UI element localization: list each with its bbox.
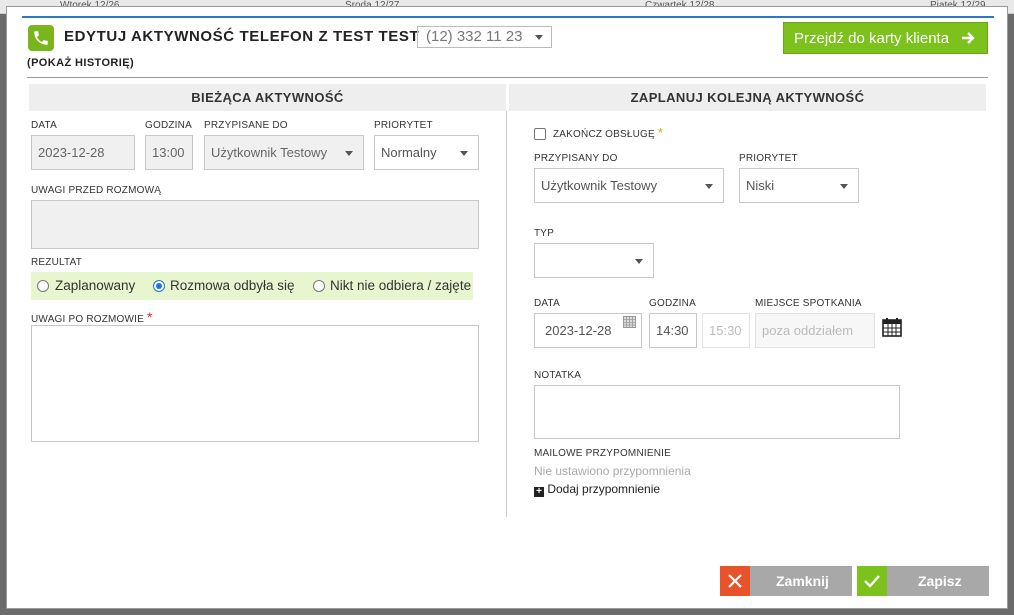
- result-radio-group: Zaplanowany Rozmowa odbyła się Nikt nie …: [31, 272, 473, 300]
- next-date-input[interactable]: 2023-12-28: [534, 313, 642, 348]
- result-no-answer-label[interactable]: Nikt nie odbiera / zajęte: [330, 278, 471, 293]
- reminder-label: MAILOWE PRZYPOMNIENIE: [534, 448, 671, 459]
- phone-number-value: (12) 332 11 23: [426, 28, 523, 45]
- required-mark: *: [147, 309, 153, 325]
- current-time-field: 13:00: [145, 135, 193, 170]
- next-time-to-input: 15:30: [702, 313, 750, 348]
- notes-before-label: UWAGI PRZED ROZMOWĄ: [31, 185, 162, 196]
- current-priority-value: Normalny: [381, 145, 437, 160]
- chevron-down-icon: [705, 184, 713, 189]
- current-date-label: DATA: [31, 120, 57, 131]
- chevron-down-icon: [635, 259, 643, 264]
- reminder-status: Nie ustawiono przypomnienia: [534, 464, 691, 478]
- current-priority-select[interactable]: Normalny: [374, 135, 479, 170]
- next-assigned-value: Użytkownik Testowy: [541, 178, 658, 193]
- result-radio-planned[interactable]: [37, 280, 49, 292]
- next-date-value: 2023-12-28: [545, 323, 612, 338]
- next-time-from-input[interactable]: 14:30: [649, 313, 697, 348]
- result-radio-completed[interactable]: [153, 280, 165, 292]
- current-assigned-label: PRZYPISANE DO: [204, 120, 288, 131]
- chevron-down-icon: [460, 151, 468, 156]
- close-button[interactable]: Zamknij: [720, 566, 852, 596]
- save-button-label: Zapisz: [918, 573, 962, 589]
- modal-title: EDYTUJ AKTYWNOŚĆ TELEFON Z TEST TEST: [64, 28, 420, 45]
- calendar-icon[interactable]: [882, 317, 902, 337]
- save-button[interactable]: Zapisz: [857, 566, 989, 596]
- chevron-down-icon: [535, 35, 543, 40]
- show-history-link[interactable]: (POKAŻ HISTORIĘ): [27, 57, 134, 69]
- header-divider: [27, 77, 988, 78]
- next-date-label: DATA: [534, 298, 560, 309]
- current-assigned-value: Użytkownik Testowy: [211, 145, 328, 160]
- current-date-value: 2023-12-28: [38, 145, 105, 160]
- current-activity-heading: BIEŻĄCA AKTYWNOŚĆ: [29, 84, 506, 111]
- finish-service-label-wrap[interactable]: ZAKOŃCZ OBSŁUGĘ *: [553, 125, 663, 140]
- column-divider: [506, 111, 507, 517]
- current-time-label: GODZINA: [145, 120, 192, 131]
- next-assigned-select[interactable]: Użytkownik Testowy: [534, 168, 724, 203]
- arrow-right-icon: [961, 31, 975, 49]
- result-completed-label[interactable]: Rozmowa odbyła się: [170, 278, 295, 293]
- current-assigned-select: Użytkownik Testowy: [204, 135, 364, 170]
- phone-icon: [28, 25, 54, 51]
- place-input: poza oddziałem: [755, 313, 875, 348]
- close-icon: [720, 566, 750, 596]
- note-textarea[interactable]: [534, 385, 900, 439]
- notes-after-textarea[interactable]: [31, 325, 479, 442]
- go-to-client-card-label: Przejdź do karty klienta: [794, 30, 950, 47]
- type-label: TYP: [534, 228, 555, 239]
- next-priority-value: Niski: [746, 178, 775, 193]
- finish-service-label: ZAKOŃCZ OBSŁUGĘ: [553, 129, 655, 140]
- next-time-from-value: 14:30: [656, 323, 689, 338]
- current-priority-label: PRIORYTET: [374, 120, 433, 131]
- chevron-down-icon: [345, 151, 353, 156]
- notes-after-label-wrap: UWAGI PO ROZMOWIE *: [31, 309, 153, 325]
- go-to-client-card-button[interactable]: Przejdź do karty klienta: [783, 22, 988, 54]
- current-date-field: 2023-12-28: [31, 135, 135, 170]
- next-priority-label: PRIORYTET: [739, 153, 798, 164]
- chevron-down-icon: [840, 184, 848, 189]
- add-reminder-link[interactable]: + Dodaj przypomnienie: [534, 482, 660, 497]
- place-placeholder: poza oddziałem: [762, 323, 854, 338]
- next-assigned-label: PRZYPISANY DO: [534, 153, 618, 164]
- next-time-to-value: 15:30: [709, 323, 742, 338]
- plus-icon: +: [534, 487, 544, 497]
- next-priority-select[interactable]: Niski: [739, 168, 859, 203]
- next-activity-heading: ZAPLANUJ KOLEJNĄ AKTYWNOŚĆ: [509, 84, 986, 111]
- phone-number-select[interactable]: (12) 332 11 23: [417, 26, 552, 48]
- current-time-value: 13:00: [152, 145, 185, 160]
- type-select[interactable]: [534, 243, 654, 278]
- header-accent-line: [22, 16, 994, 18]
- result-planned-label[interactable]: Zaplanowany: [55, 278, 135, 293]
- finish-star-mark: *: [657, 125, 664, 140]
- notes-before-textarea: [31, 200, 479, 249]
- edit-activity-modal: EDYTUJ AKTYWNOŚĆ TELEFON Z TEST TEST (12…: [6, 6, 1008, 609]
- notes-after-label: UWAGI PO ROZMOWIE: [31, 314, 145, 325]
- calendar-small-icon[interactable]: [623, 316, 636, 328]
- close-button-label: Zamknij: [776, 573, 829, 589]
- next-time-label: GODZINA: [649, 298, 696, 309]
- checkmark-icon: [857, 566, 887, 596]
- finish-service-checkbox[interactable]: [534, 128, 546, 140]
- place-label: MIEJSCE SPOTKANIA: [755, 298, 862, 309]
- note-label: NOTATKA: [534, 370, 582, 381]
- add-reminder-label: Dodaj przypomnienie: [547, 482, 661, 496]
- result-label: REZULTAT: [31, 257, 83, 268]
- result-radio-no-answer[interactable]: [313, 280, 325, 292]
